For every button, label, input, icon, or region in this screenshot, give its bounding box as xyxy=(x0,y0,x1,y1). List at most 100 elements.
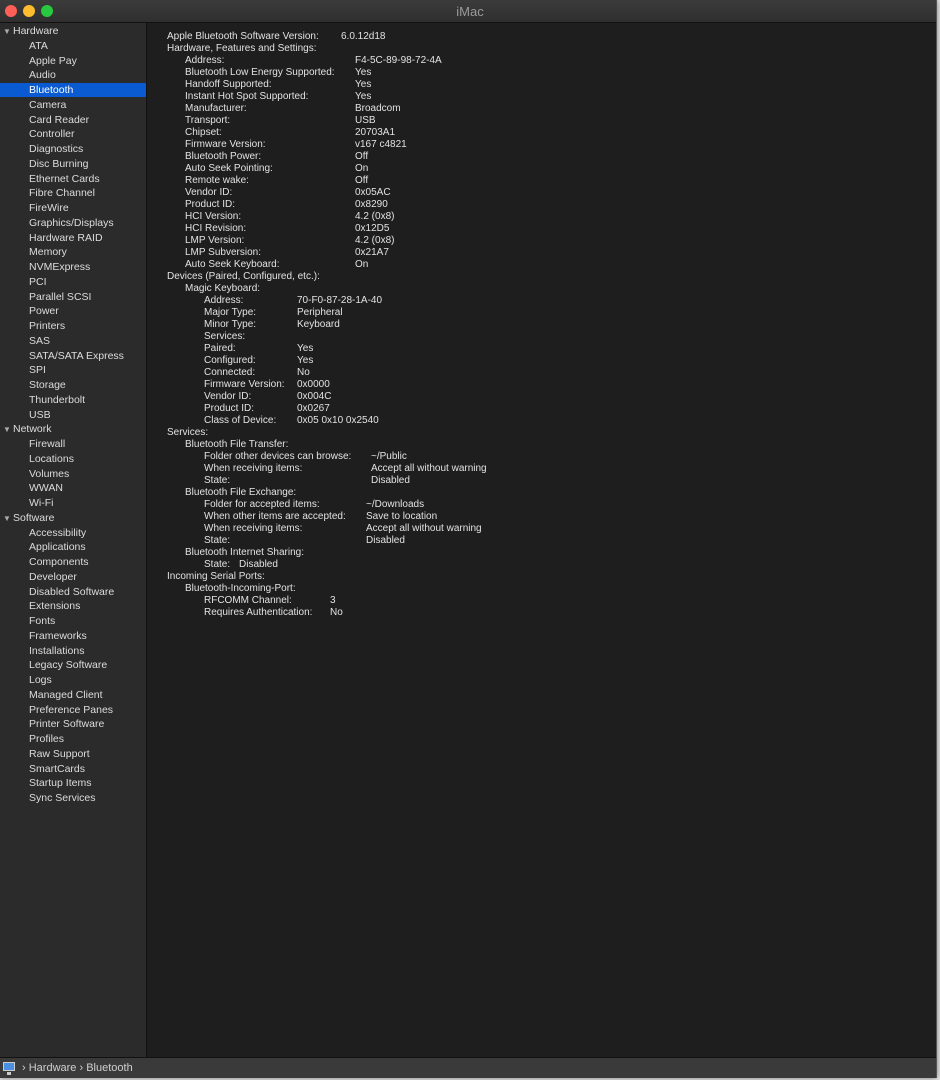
sidebar-item-wwan[interactable]: WWAN xyxy=(0,481,146,495)
sidebar-item-audio[interactable]: Audio xyxy=(0,68,146,82)
sidebar-item-parallel-scsi[interactable]: Parallel SCSI xyxy=(0,290,146,304)
sidebar-item-volumes[interactable]: Volumes xyxy=(0,467,146,481)
sidebar-item-disabled-software[interactable]: Disabled Software xyxy=(0,585,146,599)
sidebar-item-ethernet-cards[interactable]: Ethernet Cards xyxy=(0,172,146,186)
sidebar-item-ata[interactable]: ATA xyxy=(0,39,146,53)
sidebar-item-sata-sata-express[interactable]: SATA/SATA Express xyxy=(0,349,146,363)
row-value: 0x12D5 xyxy=(355,223,390,234)
row-value: Disabled xyxy=(366,535,405,546)
row-value: 20703A1 xyxy=(355,127,396,138)
sidebar-item-managed-client[interactable]: Managed Client xyxy=(0,688,146,702)
sidebar-item-accessibility[interactable]: Accessibility xyxy=(0,526,146,540)
sidebar-item-fonts[interactable]: Fonts xyxy=(0,614,146,628)
row-label: Configured: xyxy=(204,355,256,366)
row-label: Devices (Paired, Configured, etc.): xyxy=(167,271,320,282)
report-row: Requires Authentication: No xyxy=(204,607,343,619)
row-label: Instant Hot Spot Supported: xyxy=(185,91,309,102)
row-label: State: xyxy=(204,535,231,546)
disclosure-triangle-icon[interactable]: ▼ xyxy=(3,512,13,526)
report-row: LMP Version: 4.2 (0x8) xyxy=(185,235,394,247)
row-label: When receiving items: xyxy=(204,463,303,474)
sidebar-item-printers[interactable]: Printers xyxy=(0,319,146,333)
sidebar-item-card-reader[interactable]: Card Reader xyxy=(0,113,146,127)
sidebar-item-profiles[interactable]: Profiles xyxy=(0,732,146,746)
row-value: Yes xyxy=(355,79,372,90)
report-row: Bluetooth Low Energy Supported: Yes xyxy=(185,67,371,79)
sidebar-item-spi[interactable]: SPI xyxy=(0,363,146,377)
disclosure-triangle-icon[interactable]: ▼ xyxy=(3,25,13,39)
sidebar-item-sync-services[interactable]: Sync Services xyxy=(0,791,146,805)
report-row: State: Disabled xyxy=(204,475,410,487)
sidebar-item-bluetooth[interactable]: Bluetooth xyxy=(0,83,146,97)
row-value: Accept all without warning xyxy=(371,463,487,474)
sidebar-item-sas[interactable]: SAS xyxy=(0,334,146,348)
sidebar-category-hardware[interactable]: ▼ Hardware xyxy=(0,24,146,38)
sidebar-item-fibre-channel[interactable]: Fibre Channel xyxy=(0,186,146,200)
report-row: Hardware, Features and Settings: xyxy=(167,43,317,55)
sidebar-item-nvmexpress[interactable]: NVMExpress xyxy=(0,260,146,274)
report-row: Folder for accepted items: ~/Downloads xyxy=(204,499,424,511)
breadcrumb-hardware[interactable]: Hardware xyxy=(29,1062,77,1074)
sidebar-item-power[interactable]: Power xyxy=(0,304,146,318)
row-label: When receiving items: xyxy=(204,523,303,534)
row-value: v167 c4821 xyxy=(355,139,407,150)
sidebar-item-smartcards[interactable]: SmartCards xyxy=(0,762,146,776)
sidebar-item-frameworks[interactable]: Frameworks xyxy=(0,629,146,643)
row-value: No xyxy=(330,607,343,618)
breadcrumb-bluetooth[interactable]: Bluetooth xyxy=(86,1062,132,1074)
sidebar-item-storage[interactable]: Storage xyxy=(0,378,146,392)
sidebar-item-graphics-displays[interactable]: Graphics/Displays xyxy=(0,216,146,230)
report-row: Auto Seek Pointing: On xyxy=(185,163,368,175)
row-label: Manufacturer: xyxy=(185,103,247,114)
row-value: Off xyxy=(355,175,369,186)
sidebar-item-printer-software[interactable]: Printer Software xyxy=(0,717,146,731)
sidebar-item-installations[interactable]: Installations xyxy=(0,644,146,658)
minimize-button[interactable] xyxy=(23,5,35,17)
disclosure-triangle-icon[interactable]: ▼ xyxy=(3,423,13,437)
sidebar-item-applications[interactable]: Applications xyxy=(0,540,146,554)
report-row: LMP Subversion: 0x21A7 xyxy=(185,247,389,259)
sidebar-category-network[interactable]: ▼ Network xyxy=(0,422,146,436)
row-label: Services: xyxy=(204,331,246,342)
sidebar-item-hardware-raid[interactable]: Hardware RAID xyxy=(0,231,146,245)
row-value: On xyxy=(355,163,369,174)
report-row: Bluetooth Power: Off xyxy=(185,151,368,163)
row-label: Class of Device: xyxy=(204,415,277,426)
zoom-button[interactable] xyxy=(41,5,53,17)
sidebar-item-usb[interactable]: USB xyxy=(0,408,146,422)
sidebar-item-preference-panes[interactable]: Preference Panes xyxy=(0,703,146,717)
sidebar-item-firewire[interactable]: FireWire xyxy=(0,201,146,215)
report-row: Address: 70-F0-87-28-1A-40 xyxy=(204,295,382,307)
sidebar-item-controller[interactable]: Controller xyxy=(0,127,146,141)
report-row: Configured: Yes xyxy=(204,355,313,367)
sidebar-item-diagnostics[interactable]: Diagnostics xyxy=(0,142,146,156)
sidebar-item-disc-burning[interactable]: Disc Burning xyxy=(0,157,146,171)
close-button[interactable] xyxy=(5,5,17,17)
sidebar-item-locations[interactable]: Locations xyxy=(0,452,146,466)
sidebar-item-camera[interactable]: Camera xyxy=(0,98,146,112)
sidebar-item-developer[interactable]: Developer xyxy=(0,570,146,584)
sidebar-item-startup-items[interactable]: Startup Items xyxy=(0,776,146,790)
sidebar-item-firewall[interactable]: Firewall xyxy=(0,437,146,451)
sidebar-item-extensions[interactable]: Extensions xyxy=(0,599,146,613)
sidebar-item-memory[interactable]: Memory xyxy=(0,245,146,259)
row-value: Disabled xyxy=(239,559,278,570)
sidebar-item-thunderbolt[interactable]: Thunderbolt xyxy=(0,393,146,407)
sidebar-item-raw-support[interactable]: Raw Support xyxy=(0,747,146,761)
report-row: Major Type: Peripheral xyxy=(204,307,343,319)
report-row: Transport: USB xyxy=(185,115,376,127)
row-value: 0x21A7 xyxy=(355,247,389,258)
sidebar-item-components[interactable]: Components xyxy=(0,555,146,569)
title-bar[interactable]: iMac xyxy=(0,0,936,23)
report-row: Instant Hot Spot Supported: Yes xyxy=(185,91,371,103)
sidebar-category-software[interactable]: ▼ Software xyxy=(0,511,146,525)
sidebar-item-pci[interactable]: PCI xyxy=(0,275,146,289)
sidebar-item-logs[interactable]: Logs xyxy=(0,673,146,687)
sidebar: ▼ Hardware ATA Apple Pay Audio Bluetooth Camer… xyxy=(0,23,147,1058)
row-label: HCI Version: xyxy=(185,211,242,222)
sidebar-item-legacy-software[interactable]: Legacy Software xyxy=(0,658,146,672)
sidebar-item-apple-pay[interactable]: Apple Pay xyxy=(0,54,146,68)
sidebar-item-wi-fi[interactable]: Wi-Fi xyxy=(0,496,146,510)
row-value: ~/Public xyxy=(371,451,407,462)
row-label: Hardware, Features and Settings: xyxy=(167,43,317,54)
